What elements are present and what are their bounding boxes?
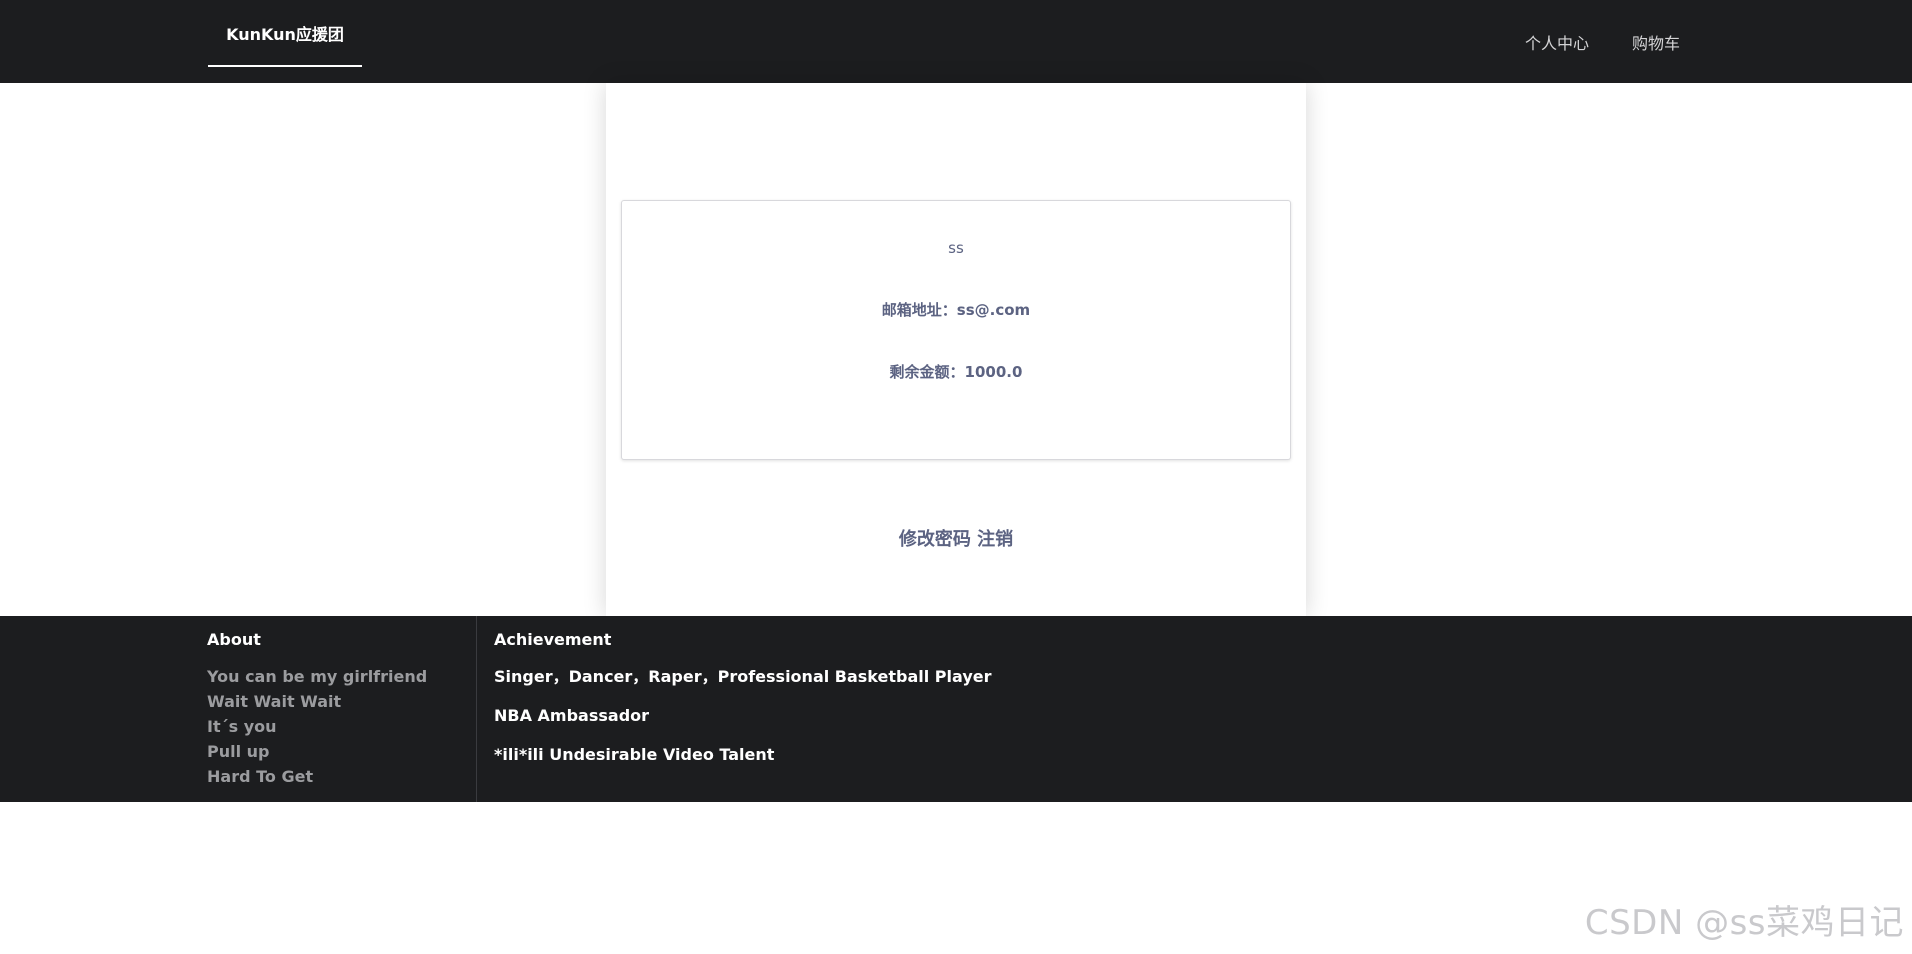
user-name: ss bbox=[948, 239, 964, 257]
footer-about-item: Hard To Get bbox=[207, 767, 314, 786]
user-info-card: information ss 邮箱地址：ss@.com 剩余金额：1000.0 … bbox=[606, 83, 1306, 616]
footer-achievement-title: Achievement bbox=[494, 630, 612, 649]
footer-about-item: Wait Wait Wait bbox=[207, 692, 342, 711]
footer-about-item: It´s you bbox=[207, 717, 277, 736]
user-details-panel: ss 邮箱地址：ss@.com 剩余金额：1000.0 bbox=[621, 201, 1291, 461]
footer-achievement-item: NBA Ambassador bbox=[494, 706, 650, 725]
nav-cart-link[interactable]: 购物车 bbox=[1632, 30, 1680, 54]
footer-column-divider bbox=[476, 616, 477, 802]
footer-about-title: About bbox=[207, 630, 261, 649]
footer-about-list: You can be my girlfriend Wait Wait Wait … bbox=[207, 664, 427, 789]
footer-achievement-item: Singer，Dancer，Raper，Professional Basketb… bbox=[494, 667, 992, 686]
csdn-watermark: CSDN @ss菜鸡日记 bbox=[1584, 903, 1904, 943]
brand-link[interactable]: KunKun应援团 bbox=[208, 0, 362, 67]
user-balance: 剩余金额：1000.0 bbox=[889, 363, 1023, 381]
footer-about-item: Pull up bbox=[207, 742, 270, 761]
user-email: 邮箱地址：ss@.com bbox=[881, 301, 1031, 319]
change-password-link[interactable]: 修改密码 bbox=[899, 529, 971, 550]
account-actions: 修改密码 注销 bbox=[606, 525, 1306, 551]
footer: About You can be my girlfriend Wait Wait… bbox=[0, 616, 1912, 802]
logout-link[interactable]: 注销 bbox=[977, 529, 1013, 550]
footer-about-item: You can be my girlfriend bbox=[207, 667, 428, 686]
footer-achievement-item: *ili*ili Undesirable Video Talent bbox=[494, 745, 775, 764]
top-navbar: KunKun应援团 个人中心 购物车 bbox=[0, 0, 1912, 83]
nav-personal-center-link[interactable]: 个人中心 bbox=[1525, 30, 1589, 54]
footer-achievement-list: Singer，Dancer，Raper，Professional Basketb… bbox=[494, 666, 992, 783]
